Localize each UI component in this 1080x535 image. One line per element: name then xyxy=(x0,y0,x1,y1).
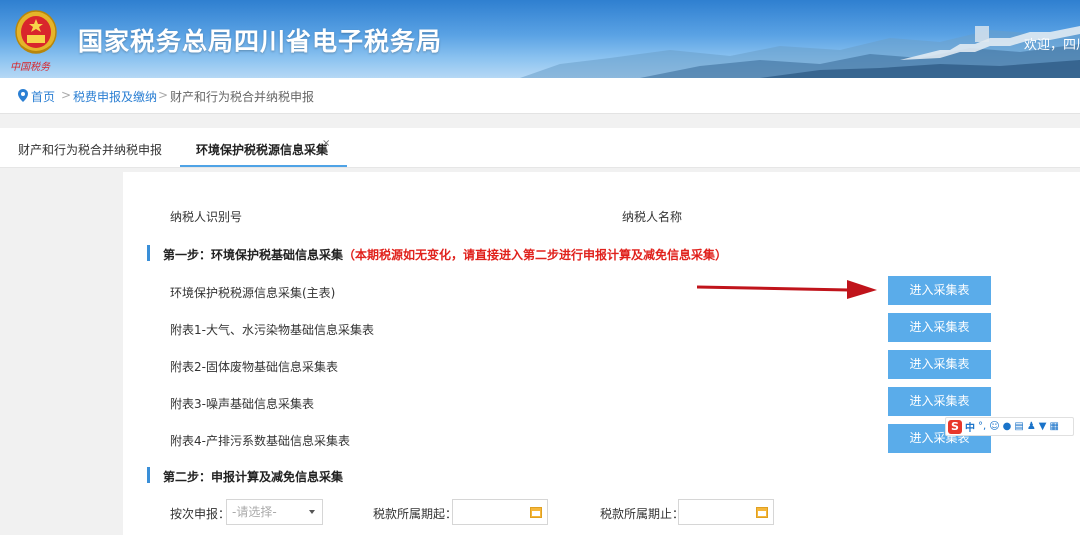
period-end-date-input[interactable] xyxy=(678,499,774,525)
period-start-label: 税款所属期起： xyxy=(373,507,458,521)
declare-select[interactable]: -请选择- xyxy=(226,499,323,525)
breadcrumb-separator: > xyxy=(61,88,72,102)
location-pin-icon xyxy=(18,89,28,102)
row-annex3-label: 附表3-噪声基础信息采集表 xyxy=(170,397,314,411)
taxpayer-id-label: 纳税人识别号 xyxy=(170,210,243,224)
toolbox-icon[interactable]: ▦ xyxy=(1049,421,1058,432)
ime-toolbar[interactable]: S 中 °, ☺ ● ▤ ♟ ▼ ▦ xyxy=(945,417,1074,436)
breadcrumb-separator: > xyxy=(158,88,169,102)
breadcrumb-tax-declaration-link[interactable]: 税费申报及缴纳 xyxy=(73,88,157,105)
breadcrumb-home-link[interactable]: 首页 xyxy=(31,88,55,105)
skin-icon[interactable]: ♟ xyxy=(1027,421,1036,432)
microphone-icon[interactable]: ● xyxy=(1003,421,1012,432)
row-annex1-label: 附表1-大气、水污染物基础信息采集表 xyxy=(170,323,374,337)
row-annex2-label: 附表2-固体废物基础信息采集表 xyxy=(170,360,338,374)
step1-title: 第一步：环境保护税基础信息采集（本期税源如无变化，请直接进入第二步进行申报计算及… xyxy=(163,246,727,263)
tax-emblem-icon xyxy=(15,10,57,54)
calendar-icon[interactable] xyxy=(756,506,768,518)
keyboard-icon[interactable]: ▤ xyxy=(1014,421,1023,432)
brand-subtitle: 中国税务 xyxy=(10,62,50,73)
ime-punctuation-toggle[interactable]: °, xyxy=(978,421,986,432)
row-annex4-label: 附表4-产排污系数基础信息采集表 xyxy=(170,434,350,448)
breadcrumb: 首页 > 税费申报及缴纳 > 财产和行为税合并纳税申报 xyxy=(0,78,1080,114)
chevron-down-icon xyxy=(309,510,315,514)
period-start-date-input[interactable] xyxy=(452,499,548,525)
close-icon[interactable]: × xyxy=(322,138,330,149)
declare-select-value: -请选择- xyxy=(232,505,277,519)
period-end-label: 税款所属期止： xyxy=(600,507,685,521)
smiley-icon[interactable]: ☺ xyxy=(989,421,999,432)
breadcrumb-current: 财产和行为税合并纳税申报 xyxy=(170,90,315,104)
tab-property-behavior-tax[interactable]: 财产和行为税合并纳税申报 xyxy=(18,141,162,158)
declare-label: 按次申报： xyxy=(170,507,231,521)
enter-annex1-button[interactable]: 进入采集表 xyxy=(888,313,991,342)
great-wall-mountain-illustration xyxy=(520,26,1080,78)
tab-bar: 财产和行为税合并纳税申报 环境保护税税源信息采集 × xyxy=(0,128,1080,168)
welcome-text: 欢迎，四川 xyxy=(1024,38,1080,53)
step1-title-text: 第一步：环境保护税基础信息采集 xyxy=(163,248,344,262)
section-marker xyxy=(147,245,150,261)
site-title: 国家税务总局四川省电子税务局 xyxy=(78,27,443,56)
enter-main-table-button[interactable]: 进入采集表 xyxy=(888,276,991,305)
header-banner: 中国税务 国家税务总局四川省电子税务局 欢迎，四川 xyxy=(0,0,1080,78)
active-tab-indicator xyxy=(180,165,347,167)
shirt-icon[interactable]: ▼ xyxy=(1039,421,1047,432)
red-arrow-annotation xyxy=(697,280,877,299)
enter-annex3-button[interactable]: 进入采集表 xyxy=(888,387,991,416)
step1-note: （本期税源如无变化，请直接进入第二步进行申报计算及减免信息采集） xyxy=(343,248,728,262)
tab-env-protection-tax[interactable]: 环境保护税税源信息采集 xyxy=(196,141,328,158)
ime-mode-toggle[interactable]: 中 xyxy=(965,419,975,434)
section-marker xyxy=(147,467,150,483)
row-main-table-label: 环境保护税税源信息采集(主表) xyxy=(170,286,336,300)
taxpayer-name-label: 纳税人名称 xyxy=(622,210,683,224)
sogou-logo-icon[interactable]: S xyxy=(948,419,962,434)
step2-title: 第二步：申报计算及减免信息采集 xyxy=(163,470,344,484)
enter-annex2-button[interactable]: 进入采集表 xyxy=(888,350,991,379)
calendar-icon[interactable] xyxy=(530,506,542,518)
